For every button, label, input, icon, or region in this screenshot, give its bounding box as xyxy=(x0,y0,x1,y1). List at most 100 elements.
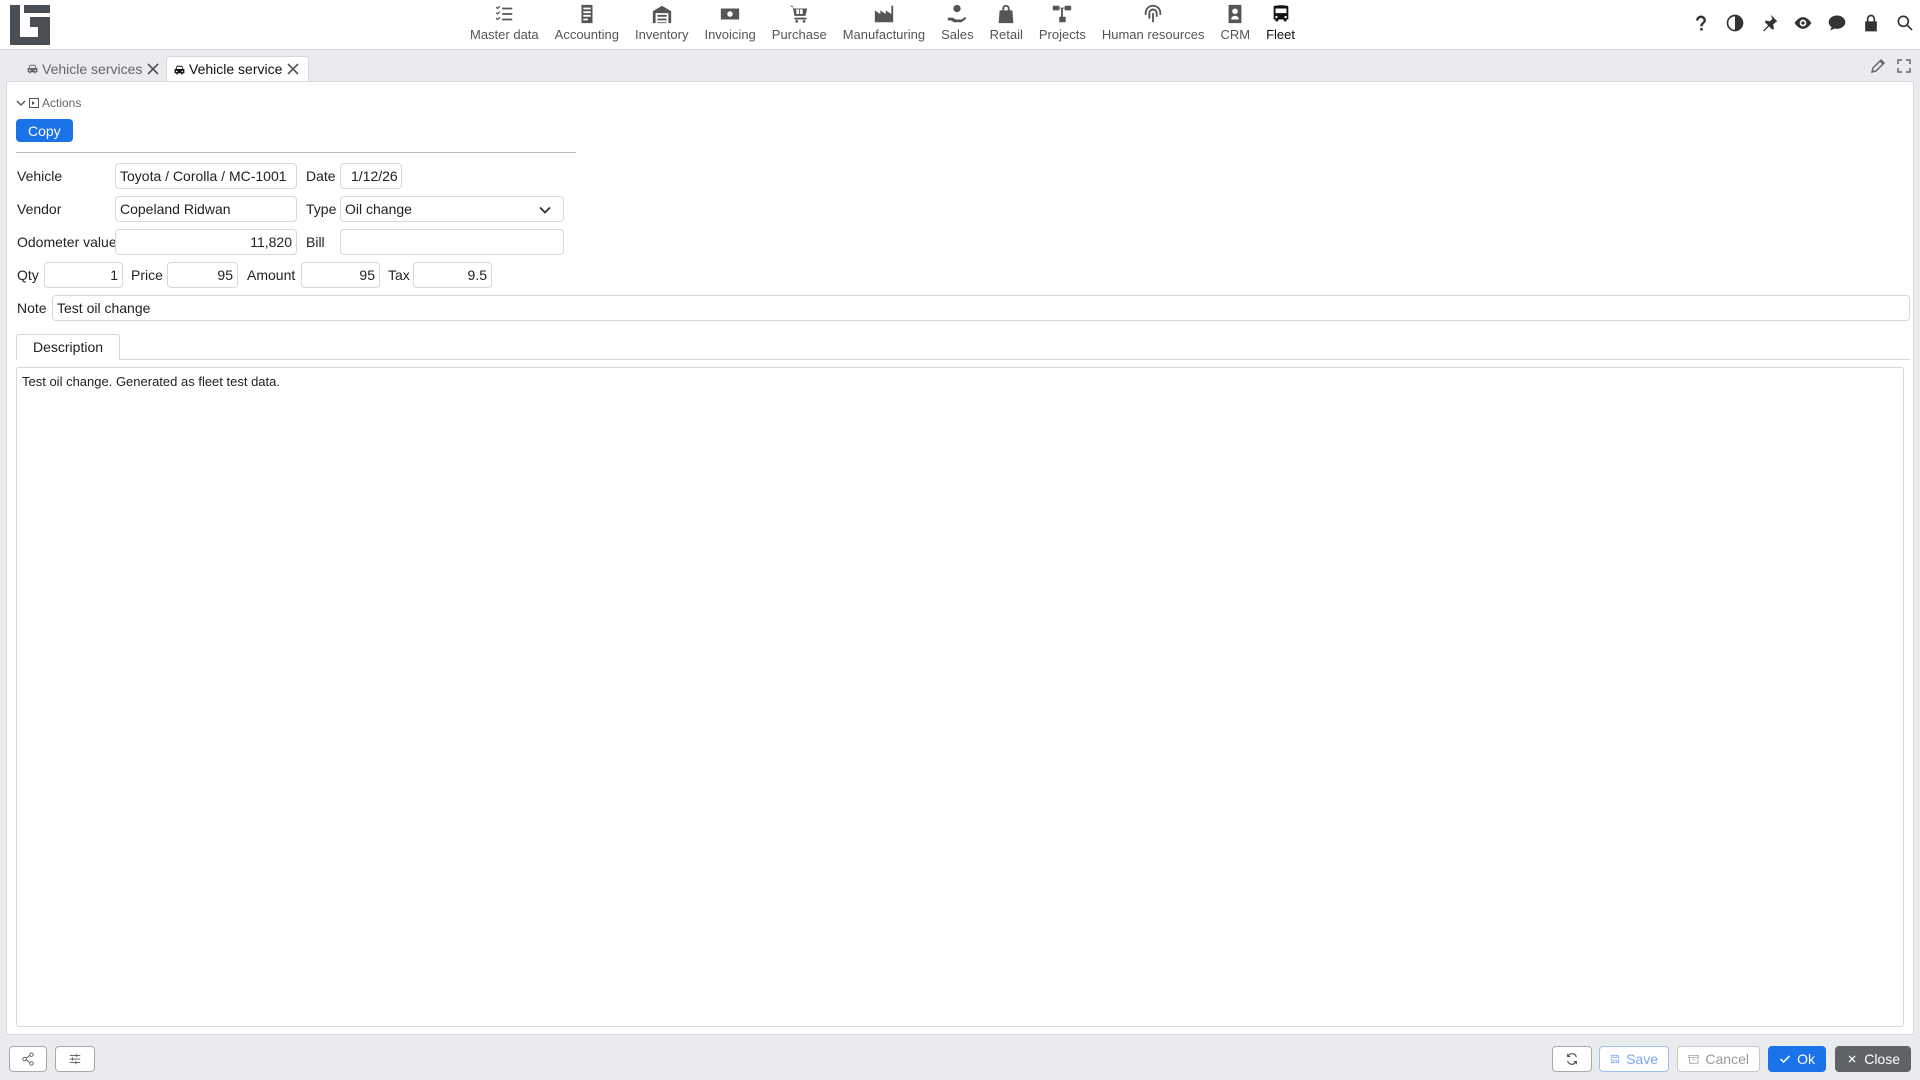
fingerprint-icon xyxy=(1144,4,1162,23)
top-bar: Master data Accounting Inventory Invoici… xyxy=(0,0,1920,50)
close-icon xyxy=(1848,1055,1856,1063)
module-label: Master data xyxy=(470,27,539,42)
shopping-bag-icon xyxy=(998,4,1014,24)
module-label: Inventory xyxy=(634,27,689,42)
tab-vehicle-services[interactable]: Vehicle services xyxy=(20,56,168,81)
refresh-icon xyxy=(1567,1053,1577,1065)
date-field[interactable]: 1/12/26 xyxy=(340,163,402,189)
close-icon[interactable] xyxy=(146,62,160,76)
actions-label: Actions xyxy=(42,96,82,110)
search-icon[interactable] xyxy=(1894,12,1916,34)
module-master-data[interactable]: Master data xyxy=(462,0,547,50)
help-icon[interactable] xyxy=(1690,12,1712,34)
module-invoicing[interactable]: Invoicing xyxy=(696,0,763,50)
module-label: Fleet xyxy=(1266,27,1295,42)
vendor-field[interactable]: Copeland Ridwan xyxy=(115,196,297,222)
save-button[interactable]: Save xyxy=(1599,1046,1669,1072)
type-select[interactable]: Oil change xyxy=(340,196,564,222)
module-label: Human resources xyxy=(1101,27,1205,42)
checklist-icon xyxy=(496,5,513,21)
chat-icon[interactable] xyxy=(1826,12,1848,34)
module-label: Projects xyxy=(1038,27,1086,42)
hierarchy-icon xyxy=(1053,5,1072,23)
module-label: Accounting xyxy=(554,27,619,42)
module-label: CRM xyxy=(1220,27,1251,42)
warehouse-icon xyxy=(652,5,671,24)
app-logo[interactable] xyxy=(8,3,52,47)
module-purchase[interactable]: Purchase xyxy=(764,0,835,50)
car-icon xyxy=(27,64,38,74)
tab-label: Vehicle services xyxy=(42,60,143,77)
check-icon xyxy=(1779,1055,1791,1064)
module-label: Sales xyxy=(941,27,974,42)
module-fleet[interactable]: Fleet xyxy=(1258,0,1303,50)
bill-field[interactable] xyxy=(340,229,564,255)
module-sales[interactable]: Sales xyxy=(933,0,982,50)
module-manufacturing[interactable]: Manufacturing xyxy=(835,0,933,50)
save-icon xyxy=(1610,1054,1620,1064)
settings-button[interactable] xyxy=(55,1046,95,1072)
bus-icon xyxy=(1273,5,1288,22)
odometer-label: Odometer value xyxy=(17,234,117,250)
bill-label: Bill xyxy=(306,234,325,250)
ok-label: Ok xyxy=(1797,1051,1815,1067)
chevron-down-icon xyxy=(539,206,551,214)
chevron-down-icon xyxy=(16,100,26,106)
amount-field[interactable]: 95 xyxy=(301,262,380,288)
close-button[interactable]: Close xyxy=(1835,1046,1911,1072)
qty-field[interactable]: 1 xyxy=(44,262,123,288)
eye-icon[interactable] xyxy=(1792,12,1814,34)
copy-button[interactable]: Copy xyxy=(16,119,73,142)
module-inventory[interactable]: Inventory xyxy=(627,0,696,50)
tab-vehicle-service[interactable]: Vehicle service xyxy=(166,56,310,81)
refresh-button[interactable] xyxy=(1552,1046,1592,1072)
save-label: Save xyxy=(1626,1051,1658,1067)
contrast-icon[interactable] xyxy=(1724,12,1746,34)
tax-label: Tax xyxy=(388,267,410,283)
note-label: Note xyxy=(17,300,47,316)
module-accounting[interactable]: Accounting xyxy=(547,0,627,50)
factory-icon xyxy=(874,5,894,23)
module-label: Purchase xyxy=(771,27,827,42)
module-nav: Master data Accounting Inventory Invoici… xyxy=(462,0,1303,50)
type-label: Type xyxy=(306,201,337,217)
tab-label: Vehicle service xyxy=(189,61,283,77)
close-icon[interactable] xyxy=(286,62,300,76)
fullscreen-icon[interactable] xyxy=(1896,58,1912,74)
actions-toggle[interactable]: Actions xyxy=(16,96,81,110)
module-label: Manufacturing xyxy=(842,27,926,42)
module-crm[interactable]: CRM xyxy=(1212,0,1258,50)
close-label: Close xyxy=(1864,1051,1900,1067)
description-editor[interactable]: Test oil change. Generated as fleet test… xyxy=(16,367,1904,1027)
bottom-toolbar: Save Cancel Ok Close xyxy=(0,1040,1920,1080)
ok-button[interactable]: Ok xyxy=(1768,1046,1826,1072)
document-tabs: Vehicle services Vehicle service xyxy=(0,51,1920,81)
lock-icon[interactable] xyxy=(1860,12,1882,34)
pin-icon[interactable] xyxy=(1758,12,1780,34)
tab-strip-line xyxy=(16,359,1910,360)
vehicle-service-form: Actions Copy Vehicle Toyota / Corolla / … xyxy=(6,81,1914,1035)
tab-description[interactable]: Description xyxy=(16,334,121,360)
pencil-icon[interactable] xyxy=(1870,58,1886,74)
cancel-label: Cancel xyxy=(1705,1051,1749,1067)
tax-field[interactable]: 9.5 xyxy=(413,262,492,288)
price-field[interactable]: 95 xyxy=(167,262,238,288)
share-icon xyxy=(22,1052,34,1066)
vehicle-label: Vehicle xyxy=(17,168,63,184)
cancel-button[interactable]: Cancel xyxy=(1677,1046,1760,1072)
top-right-tools xyxy=(1690,12,1916,34)
module-label: Invoicing xyxy=(704,27,756,42)
note-field[interactable]: Test oil change xyxy=(52,295,1910,321)
panel-icon xyxy=(29,98,39,108)
actions-divider xyxy=(16,152,576,153)
sliders-icon xyxy=(69,1053,81,1065)
odometer-field[interactable]: 11,820 xyxy=(115,229,297,255)
type-select-value: Oil change xyxy=(345,201,412,217)
module-retail[interactable]: Retail xyxy=(982,0,1031,50)
module-human-resources[interactable]: Human resources xyxy=(1094,0,1213,50)
share-button[interactable] xyxy=(9,1046,47,1072)
vehicle-field[interactable]: Toyota / Corolla / MC-1001 xyxy=(115,163,297,189)
module-label: Retail xyxy=(989,27,1023,42)
price-label: Price xyxy=(131,267,163,283)
module-projects[interactable]: Projects xyxy=(1031,0,1094,50)
